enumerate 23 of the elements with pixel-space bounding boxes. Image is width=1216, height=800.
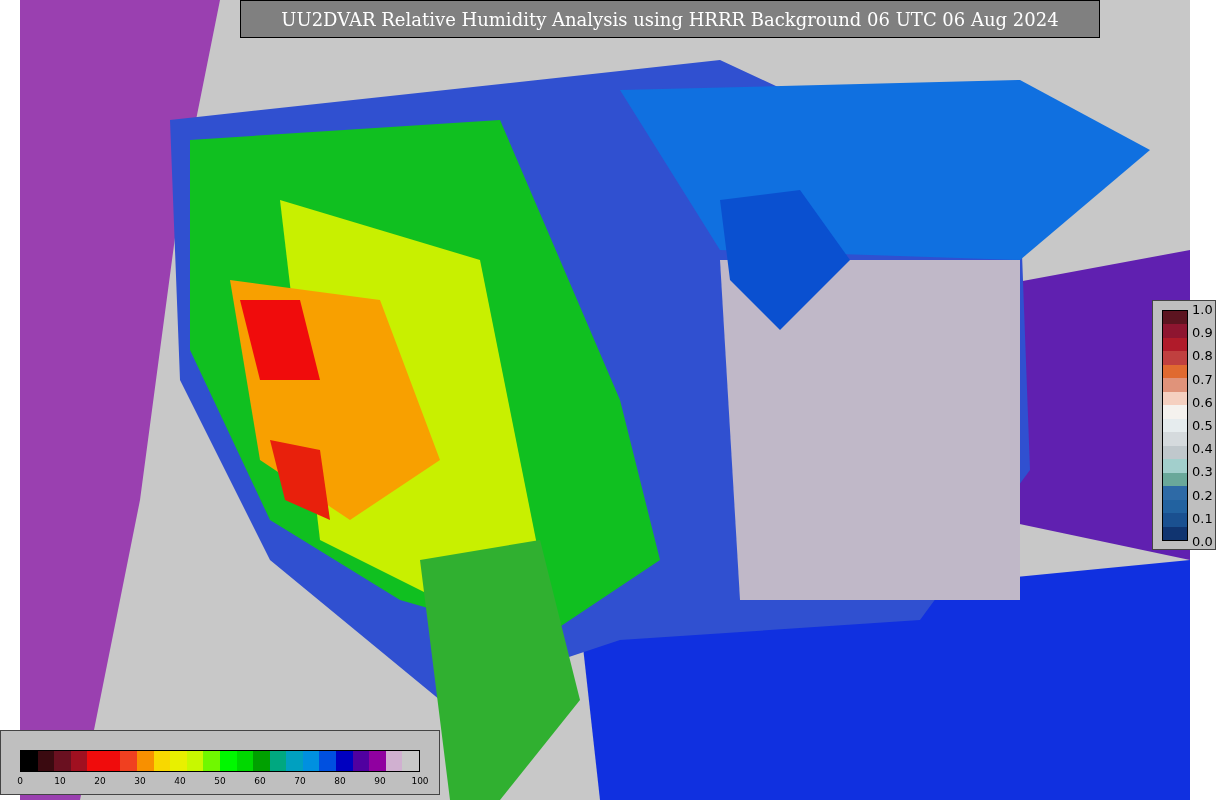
- tick-label: 0.2: [1192, 487, 1213, 503]
- tick-label: 0: [17, 776, 23, 786]
- map-title: UU2DVAR Relative Humidity Analysis using HRRR Background 06 UTC 06 Aug 2024: [240, 0, 1100, 38]
- tick-label: 90: [374, 776, 386, 786]
- tick-label: 0.0: [1192, 533, 1213, 549]
- tick-label: 20: [94, 776, 106, 786]
- tick-label: 0.4: [1192, 441, 1213, 457]
- tick-label: 0.5: [1192, 417, 1213, 433]
- tick-label: 80: [334, 776, 346, 786]
- tick-label: 0.6: [1192, 394, 1213, 410]
- tick-label: 100: [411, 776, 429, 786]
- tick-label: 0.8: [1192, 348, 1213, 364]
- tick-label: 50: [214, 776, 226, 786]
- tick-label: 70: [294, 776, 306, 786]
- tick-label: 30: [134, 776, 146, 786]
- tick-label: 40: [174, 776, 186, 786]
- tick-label: 0.9: [1192, 325, 1213, 341]
- tick-label: 60: [254, 776, 266, 786]
- tick-label: 10: [54, 776, 66, 786]
- tick-label: 1.0: [1192, 302, 1213, 317]
- tick-label: 0.3: [1192, 464, 1213, 480]
- tick-label: 0.7: [1192, 371, 1213, 387]
- tick-label: 0.1: [1192, 510, 1213, 526]
